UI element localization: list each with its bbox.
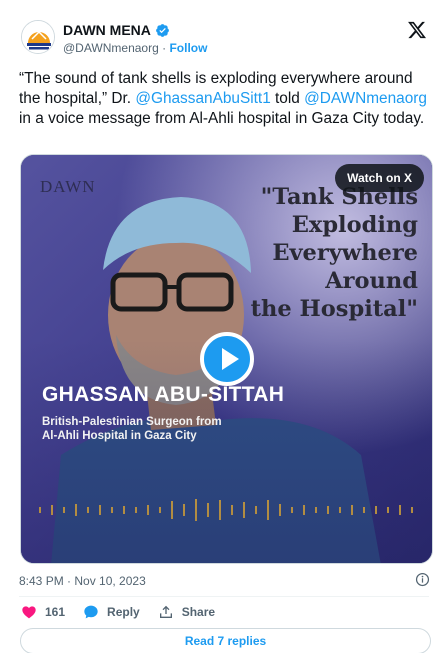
tweet-timestamp[interactable]: 8:43 PM · Nov 10, 2023 xyxy=(19,574,146,588)
video-player[interactable]: DAWN "Tank Shells Exploding Everywhere A… xyxy=(20,154,433,564)
info-icon[interactable] xyxy=(415,572,430,587)
account-avatar[interactable] xyxy=(21,20,55,54)
mention-link[interactable]: @GhassanAbuSitt1 xyxy=(135,90,270,107)
dawn-watermark: DAWN xyxy=(40,177,96,196)
person-description-caption: British-Palestinian Surgeon from Al-Ahli… xyxy=(42,416,222,442)
heart-icon xyxy=(22,606,36,619)
reply-bubble-icon xyxy=(84,605,98,619)
account-name-text[interactable]: DAWN MENA xyxy=(63,22,151,38)
tweet-text-part: in a voice message from Al-Ahli hospital… xyxy=(19,109,425,127)
tweet-text: “The sound of tank shells is exploding e… xyxy=(19,69,429,128)
like-count: 161 xyxy=(45,605,66,619)
play-icon[interactable] xyxy=(200,332,254,386)
verified-badge-icon xyxy=(155,23,169,37)
mention-link[interactable]: @DAWNmenaorg xyxy=(304,90,427,107)
reply-button[interactable]: Reply xyxy=(83,604,140,620)
separator-dot: · xyxy=(162,41,167,55)
account-handle[interactable]: @DAWNmenaorg xyxy=(63,41,159,55)
share-icon xyxy=(159,605,172,618)
reply-label: Reply xyxy=(107,605,140,619)
follow-button[interactable]: Follow xyxy=(169,41,207,55)
read-replies-button[interactable]: Read 7 replies xyxy=(20,628,431,653)
like-button[interactable]: 161 xyxy=(21,604,65,620)
tweet-card: DAWN MENA @DAWNmenaorg · Follow “The sou… xyxy=(2,0,443,653)
action-bar: 161 Reply Share xyxy=(21,604,233,620)
person-name-caption: GHASSAN ABU-SITTAH xyxy=(42,383,285,406)
share-label: Share xyxy=(181,605,216,619)
handle-row: @DAWNmenaorg · Follow xyxy=(63,41,207,55)
share-button[interactable]: Share xyxy=(158,604,215,620)
dawn-logo-icon xyxy=(22,21,54,53)
x-logo-icon[interactable] xyxy=(407,20,427,40)
video-quote-text: "Tank Shells Exploding Everywhere Around… xyxy=(250,184,418,322)
divider xyxy=(19,596,429,597)
account-name[interactable]: DAWN MENA xyxy=(63,22,170,38)
tweet-text-part: told xyxy=(270,89,305,107)
watch-on-x-button[interactable]: Watch on X xyxy=(335,164,424,192)
